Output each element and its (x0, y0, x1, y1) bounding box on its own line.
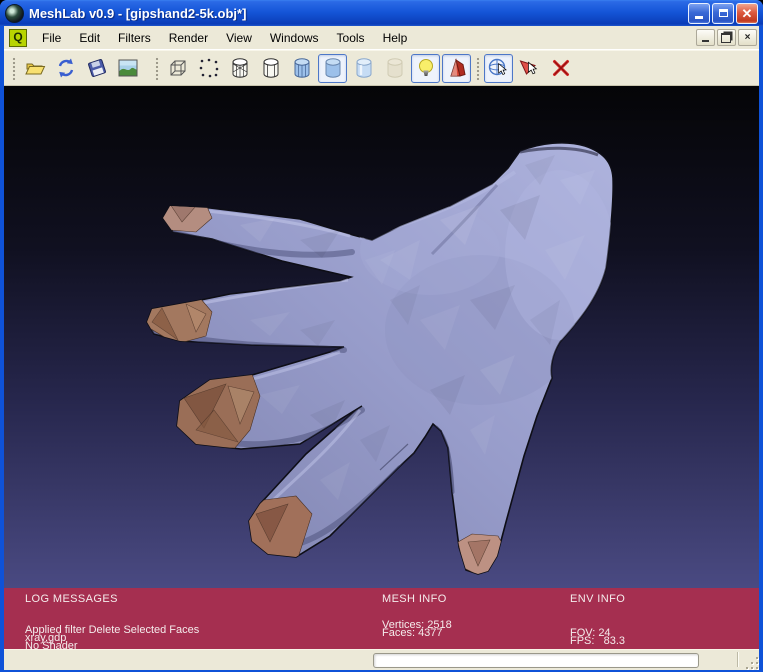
menu-windows[interactable]: Windows (261, 28, 328, 48)
flat-lines-mode-button[interactable] (287, 54, 316, 83)
smooth-cylinder-icon (353, 57, 375, 79)
maximize-icon (719, 9, 728, 17)
light-bulb-icon (415, 57, 437, 79)
reload-button[interactable] (51, 54, 80, 83)
floppy-save-icon (86, 57, 108, 79)
open-folder-icon (24, 57, 46, 79)
minimize-button[interactable] (688, 3, 710, 24)
texture-cylinder-icon (384, 57, 406, 79)
toolbar (4, 50, 759, 86)
menu-file[interactable]: File (33, 28, 70, 48)
smooth-shading-mode-button[interactable] (349, 54, 378, 83)
close-icon: ✕ (742, 7, 753, 20)
mdi-minimize-icon (702, 40, 709, 42)
client-area: Q File Edit Filters Render View Windows … (4, 26, 759, 668)
bounding-box-icon (167, 57, 189, 79)
hidden-lines-cylinder-icon (260, 57, 282, 79)
save-button[interactable] (82, 54, 111, 83)
env-info-title: ENV INFO (570, 593, 625, 605)
snapshot-button[interactable] (113, 54, 142, 83)
log-messages-lines: Applied filter Delete Selected Faces xra… (25, 626, 199, 649)
hidden-lines-mode-button[interactable] (256, 54, 285, 83)
flat-cylinder-icon (322, 57, 344, 79)
faces-count: Faces: 4377 (382, 629, 452, 637)
reload-icon (55, 57, 77, 79)
fps-value: FPS: 83.3 (570, 637, 625, 645)
flat-lines-cylinder-icon (291, 57, 313, 79)
snapshot-landscape-icon (117, 57, 139, 79)
mdi-restore-icon (721, 33, 731, 43)
points-icon (198, 57, 220, 79)
maximize-button[interactable] (712, 3, 734, 24)
toolbar-grip-handle[interactable] (475, 56, 480, 80)
log-messages-title: LOG MESSAGES (25, 593, 199, 605)
menu-help[interactable]: Help (374, 28, 417, 48)
minimize-icon (695, 16, 703, 19)
open-button[interactable] (20, 54, 49, 83)
points-mode-button[interactable] (194, 54, 223, 83)
bounding-box-button[interactable] (163, 54, 192, 83)
env-info-rows: FOV: 24 FPS: 83.3 (570, 629, 625, 645)
env-info-section: ENV INFO FOV: 24 FPS: 83.3 (570, 588, 625, 645)
hand-mesh-render (4, 86, 759, 588)
menu-tools[interactable]: Tools (328, 28, 374, 48)
status-bar (4, 649, 759, 670)
menu-view[interactable]: View (217, 28, 261, 48)
trackball-mode-button[interactable] (484, 54, 513, 83)
mesh-info-rows: Vertices: 2518 Faces: 4377 (382, 621, 452, 637)
trackball-icon (487, 57, 510, 80)
meshlab-q-logo-icon[interactable]: Q (9, 29, 27, 47)
delete-x-icon (550, 57, 572, 79)
meshlab-logo-icon (5, 4, 24, 23)
meshlab-window: MeshLab v0.9 - [gipshand2-5k.obj*] ✕ Q F… (0, 0, 763, 672)
flat-shading-mode-button[interactable] (318, 54, 347, 83)
log-messages-section: LOG MESSAGES Applied filter Delete Selec… (25, 588, 199, 649)
mesh-info-title: MESH INFO (382, 593, 452, 605)
menu-bar: Q File Edit Filters Render View Windows … (4, 26, 759, 50)
menu-render[interactable]: Render (160, 28, 217, 48)
mesh-info-section: MESH INFO Vertices: 2518 Faces: 4377 (382, 588, 452, 637)
fancy-lighting-toggle-button[interactable] (442, 54, 471, 83)
delete-selected-faces-button[interactable] (546, 54, 575, 83)
wireframe-cylinder-icon (229, 57, 251, 79)
toolbar-grip-handle[interactable] (11, 56, 16, 80)
mdi-close-button[interactable]: × (738, 29, 757, 46)
log-line: No Shader (25, 642, 199, 649)
resize-grip[interactable] (745, 656, 758, 669)
info-panel: LOG MESSAGES Applied filter Delete Selec… (4, 588, 759, 649)
mdi-minimize-button[interactable] (696, 29, 715, 46)
menu-edit[interactable]: Edit (70, 28, 109, 48)
close-button[interactable]: ✕ (736, 3, 758, 24)
title-bar[interactable]: MeshLab v0.9 - [gipshand2-5k.obj*] ✕ (0, 0, 763, 26)
select-faces-arrow-icon (518, 57, 541, 80)
gl-viewport[interactable] (4, 86, 759, 588)
mdi-close-icon: × (745, 33, 751, 43)
select-faces-button[interactable] (515, 54, 544, 83)
texture-mode-button[interactable] (380, 54, 409, 83)
fancy-lighting-icon (446, 57, 468, 79)
progress-bar (373, 653, 699, 668)
wireframe-mode-button[interactable] (225, 54, 254, 83)
toolbar-grip-handle[interactable] (154, 56, 159, 80)
statusbar-separator (737, 652, 738, 667)
window-title: MeshLab v0.9 - [gipshand2-5k.obj*] (29, 6, 686, 21)
light-toggle-button[interactable] (411, 54, 440, 83)
mdi-restore-button[interactable] (717, 29, 736, 46)
menu-filters[interactable]: Filters (109, 28, 160, 48)
